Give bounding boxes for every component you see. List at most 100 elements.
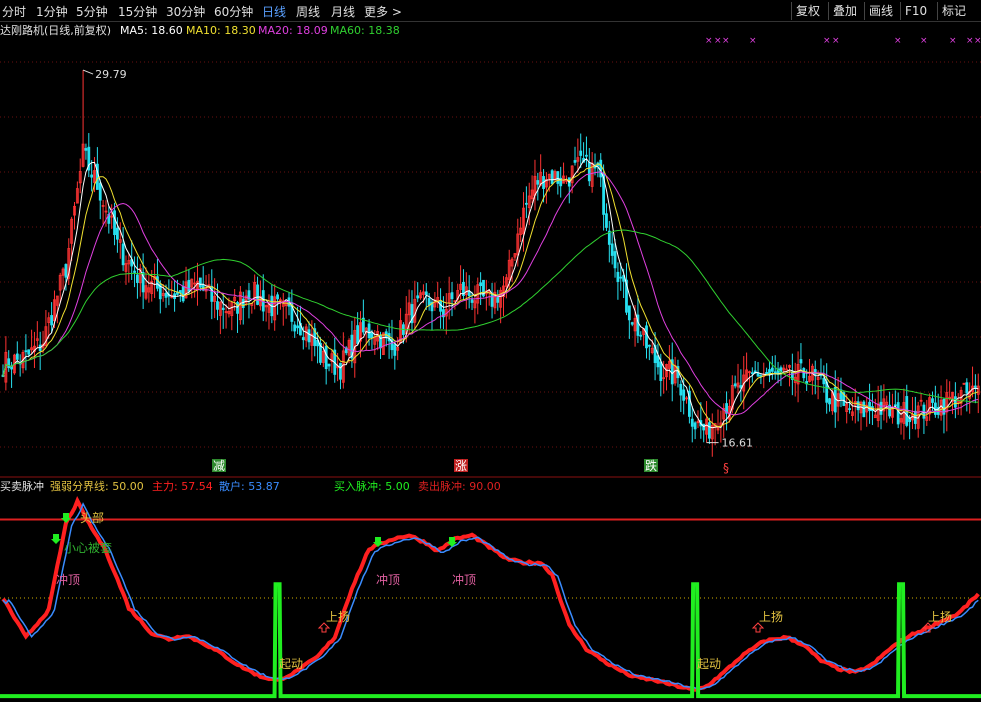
signal-marker-2: 跌 xyxy=(645,458,657,473)
candle-body xyxy=(327,363,331,367)
period-tab-2[interactable]: 5分钟 xyxy=(76,3,108,20)
candle-body xyxy=(656,355,660,368)
osc-legend-3: 买入脉冲: 5.00 xyxy=(334,479,410,493)
candle-body xyxy=(296,325,299,329)
high-price-label: 29.79 xyxy=(95,68,127,81)
candle-body xyxy=(490,292,494,307)
period-tab-3[interactable]: 15分钟 xyxy=(118,3,157,20)
sell-cross-marker: × xyxy=(894,36,902,46)
period-tab-7[interactable]: 周线 xyxy=(296,3,320,20)
signal-marker-3: § xyxy=(723,461,729,475)
candle-body xyxy=(496,297,500,303)
candle-body xyxy=(324,345,328,370)
signal-rush-2: 冲顶 xyxy=(376,572,400,587)
period-tab-4[interactable]: 30分钟 xyxy=(166,3,205,20)
signal-marker-1: 涨 xyxy=(455,458,467,473)
candle-body xyxy=(931,398,934,403)
candle-body xyxy=(785,368,789,371)
oscillator-panel: 头部小心被套冲顶 冲顶 冲顶上扬 上扬 上扬起动 起动 xyxy=(0,496,981,699)
candle-body xyxy=(953,396,957,408)
sell-cross-marker: × xyxy=(722,36,730,46)
osc-legend-1: 主力: 57.54 xyxy=(152,480,213,493)
candle-body xyxy=(639,334,643,337)
candle-body xyxy=(524,202,528,205)
candle-body xyxy=(181,286,185,302)
candle-body xyxy=(256,284,259,305)
candle-body xyxy=(424,291,428,296)
candle-body xyxy=(610,243,614,256)
candle-body xyxy=(702,423,706,431)
candle-body xyxy=(693,422,697,430)
candle-body xyxy=(116,227,119,240)
candle-body xyxy=(301,337,305,341)
signal-start-1: 起动 xyxy=(279,657,303,671)
toolbar-button-0[interactable]: 复权 xyxy=(791,2,824,20)
candle-body xyxy=(187,279,191,292)
ma60-line xyxy=(2,229,979,403)
candle-body xyxy=(427,298,431,306)
candle-body xyxy=(367,323,371,339)
period-tab-5[interactable]: 60分钟 xyxy=(214,3,253,20)
signal-marker-0: 减 xyxy=(213,459,225,473)
candle-body xyxy=(416,295,420,299)
signal-rush-1: 冲顶 xyxy=(56,572,80,587)
period-tab-6[interactable]: 日线 xyxy=(262,3,286,20)
candle-body xyxy=(605,213,608,228)
osc-legend-0: 强弱分界线: 50.00 xyxy=(50,479,144,493)
toolbar-button-4[interactable]: 标记 xyxy=(937,2,970,20)
low-price-label: 16.61 xyxy=(722,437,754,450)
candle-body xyxy=(585,154,588,157)
toolbar-button-2[interactable]: 画线 xyxy=(864,2,897,20)
candle-body xyxy=(241,298,245,309)
candle-body xyxy=(27,349,31,355)
candle-body xyxy=(113,210,116,236)
candle-body xyxy=(15,353,19,360)
candle-body xyxy=(479,282,483,287)
candle-body xyxy=(84,148,88,151)
candle-body xyxy=(856,401,860,411)
toolbar-button-3[interactable]: F10 xyxy=(900,2,931,20)
sell-cross-marker: × xyxy=(749,36,757,46)
period-tab-8[interactable]: 月线 xyxy=(331,3,355,20)
candle-body xyxy=(974,385,977,388)
candle-body xyxy=(370,332,374,339)
candle-body xyxy=(587,162,591,182)
candle-body xyxy=(822,378,826,385)
candle-body xyxy=(64,264,68,278)
main-force-line xyxy=(1,496,980,692)
candle-body xyxy=(682,389,686,401)
candle-body xyxy=(450,292,454,300)
candle-body xyxy=(90,174,94,178)
up-arrow-icon xyxy=(751,622,765,633)
candle-body xyxy=(536,180,540,185)
candle-body xyxy=(339,362,342,380)
period-tab-1[interactable]: 1分钟 xyxy=(36,3,68,20)
candle-body xyxy=(470,299,474,303)
candle-body xyxy=(50,315,54,326)
osc-legend-2: 散户: 53.87 xyxy=(219,479,280,493)
candle-body xyxy=(616,271,620,282)
candle-body xyxy=(879,401,883,415)
sell-cross-marker: × xyxy=(823,36,831,46)
candle-body xyxy=(750,372,754,375)
candle-body xyxy=(133,270,136,273)
signal-top: 头部 xyxy=(80,510,104,525)
sell-cross-marker: × xyxy=(832,36,840,46)
candle-body xyxy=(156,276,159,289)
period-tab-0[interactable]: 分时 xyxy=(2,3,26,20)
grid-lines xyxy=(0,61,981,478)
indicator-headers: 达刚路机(日线,前复权) MA5: 18.60 MA10: 18.30 MA20: 1… xyxy=(0,23,501,493)
period-tab-9[interactable]: 更多 > xyxy=(364,3,402,20)
stock-chart: 29.7916.61减涨跌 §× × × × × × × × × × × 头部小心被套冲顶 冲顶 冲顶上扬… xyxy=(0,23,981,699)
sell-cross-marker: × xyxy=(705,36,713,46)
toolbar-button-1[interactable]: 叠加 xyxy=(828,2,861,20)
candle-body xyxy=(7,358,11,369)
signal-rush-3: 冲顶 xyxy=(452,572,476,587)
period-toolbar: 分时 1分钟 5分钟 15分钟 30分钟 60分钟 日线 周线 月线 更多 > 复权 叠加 画线 F10 标… xyxy=(0,0,981,22)
down-arrow-icon xyxy=(51,534,61,544)
candle-body xyxy=(599,159,603,178)
candle-body xyxy=(690,418,694,427)
candle-body xyxy=(573,160,577,163)
ma-legend-3: MA60: 18.38 xyxy=(330,24,400,37)
sell-cross-marker: × xyxy=(714,36,722,46)
